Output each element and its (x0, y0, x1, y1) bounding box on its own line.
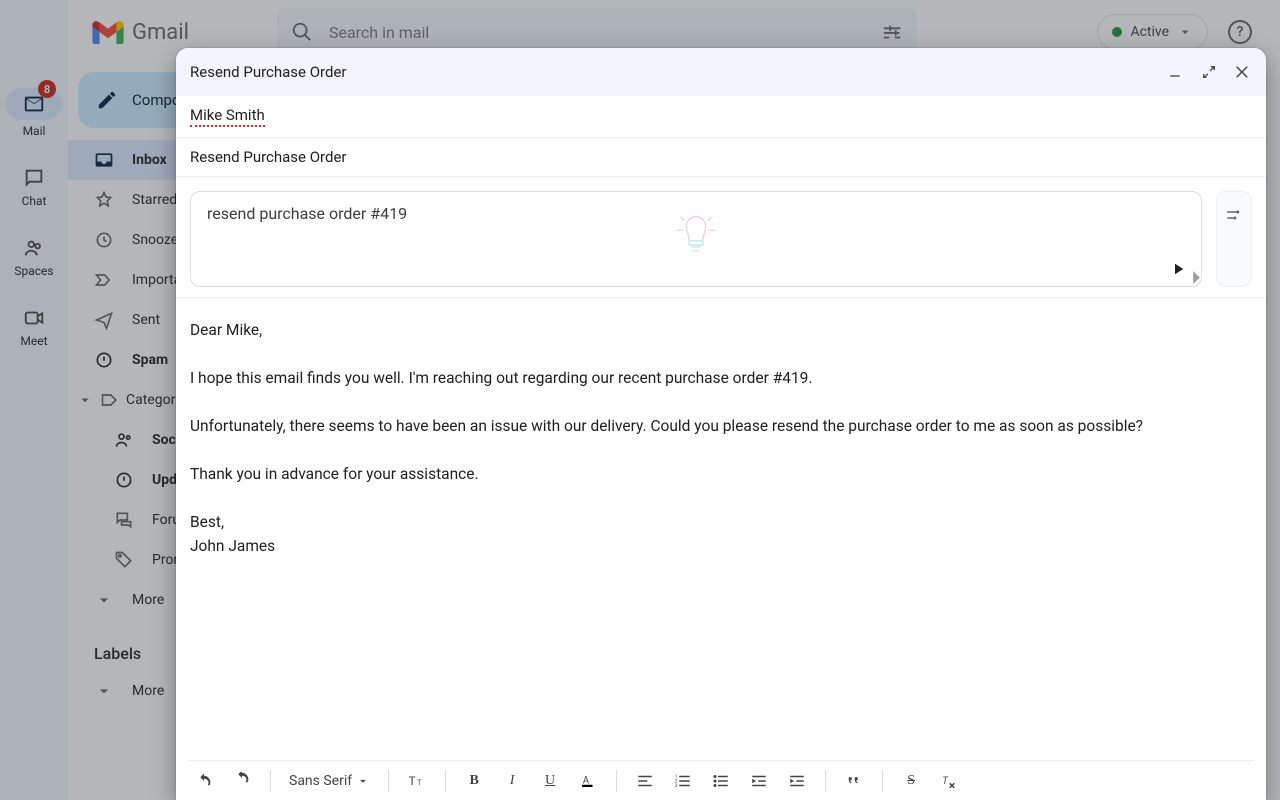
sent-icon (94, 310, 114, 330)
rail-chat[interactable]: Chat (22, 166, 47, 208)
subject-text: Resend Purchase Order (190, 148, 346, 166)
updates-icon (114, 470, 134, 490)
svg-text:T: T (417, 778, 422, 787)
sliders-icon (1225, 206, 1243, 224)
rail-chat-label: Chat (22, 194, 47, 208)
promotions-icon (114, 550, 134, 570)
chevron-down-icon (94, 681, 114, 701)
rail-spaces-label: Spaces (14, 264, 53, 278)
help-icon[interactable]: ? (1228, 20, 1252, 44)
undo-icon[interactable] (194, 771, 214, 791)
search-icon (291, 21, 313, 43)
forums-icon (114, 510, 134, 530)
chevron-down-icon (1177, 24, 1193, 40)
bold-icon[interactable]: B (464, 771, 484, 791)
svg-text:T: T (942, 776, 949, 787)
compose-header: Resend Purchase Order (176, 48, 1266, 96)
underline-icon[interactable]: U (540, 771, 560, 791)
status-label: Active (1130, 24, 1169, 40)
quote-icon[interactable] (844, 771, 864, 791)
minimize-icon[interactable] (1166, 63, 1184, 81)
status-pill[interactable]: Active (1097, 14, 1208, 50)
star-icon (94, 190, 114, 210)
important-icon (94, 270, 114, 290)
font-size-icon[interactable]: TT (407, 771, 427, 791)
resize-grip-icon[interactable]: ◢ (1184, 269, 1200, 285)
indent-less-icon[interactable] (749, 771, 769, 791)
close-icon[interactable] (1234, 63, 1252, 81)
align-icon[interactable] (635, 771, 655, 791)
spaces-icon (22, 236, 46, 260)
tag-icon (100, 390, 120, 410)
chevron-down-icon (356, 774, 370, 788)
brand-text: Gmail (132, 20, 189, 45)
inbox-icon (94, 150, 114, 170)
labels-more-label: More (132, 683, 164, 699)
ai-prompt-box[interactable]: resend purchase order #419 ◢ (190, 191, 1202, 287)
search-options-icon[interactable] (881, 21, 903, 43)
ai-prompt-text: resend purchase order #419 (207, 204, 407, 223)
gmail-logo-icon (92, 20, 124, 44)
redo-icon[interactable] (232, 771, 252, 791)
nav-spam-label: Spam (132, 352, 168, 368)
compose-body[interactable]: Dear Mike, I hope this email finds you w… (176, 298, 1266, 760)
to-field[interactable]: Mike Smith (176, 96, 1266, 138)
ai-settings-button[interactable] (1216, 191, 1252, 287)
ai-ghost-icon (667, 207, 725, 265)
svg-text:A: A (583, 775, 590, 786)
rail-meet[interactable]: Meet (20, 306, 47, 348)
ordered-list-icon[interactable]: 123 (673, 771, 693, 791)
nav-sent-label: Sent (132, 312, 160, 328)
strikethrough-icon[interactable]: S (901, 771, 921, 791)
recipient-chip[interactable]: Mike Smith (190, 106, 265, 127)
italic-icon[interactable]: I (502, 771, 522, 791)
svg-text:3: 3 (675, 783, 678, 789)
status-dot-icon (1112, 27, 1122, 37)
app-rail: 8 Mail Chat Spaces Meet (0, 0, 68, 800)
rail-mail[interactable]: 8 Mail (6, 88, 62, 138)
nav-starred-label: Starred (132, 192, 177, 208)
search-input[interactable] (329, 23, 859, 42)
font-name-label: Sans Serif (289, 773, 352, 789)
format-toolbar: Sans Serif TT B I U A 123 S T (188, 760, 1254, 800)
nav-more-label: More (132, 592, 164, 608)
meet-icon (22, 306, 46, 330)
exit-fullscreen-icon[interactable] (1200, 63, 1218, 81)
pencil-icon (96, 89, 118, 111)
social-icon (114, 430, 134, 450)
chevron-down-icon (94, 590, 114, 610)
rail-meet-label: Meet (20, 334, 47, 348)
nav-inbox-label: Inbox (132, 152, 167, 168)
bullet-list-icon[interactable] (711, 771, 731, 791)
mail-badge: 8 (38, 80, 56, 98)
indent-more-icon[interactable] (787, 771, 807, 791)
subject-field[interactable]: Resend Purchase Order (176, 138, 1266, 177)
text-color-icon[interactable]: A (578, 771, 598, 791)
chevron-down-icon (76, 391, 94, 409)
chat-icon (22, 166, 46, 190)
rail-spaces[interactable]: Spaces (14, 236, 53, 278)
font-picker[interactable]: Sans Serif (289, 773, 370, 789)
clear-format-icon[interactable]: T (939, 771, 959, 791)
compose-window: Resend Purchase Order Mike Smith Resend … (176, 48, 1266, 800)
clock-icon (94, 230, 114, 250)
rail-mail-label: Mail (23, 124, 46, 138)
compose-title: Resend Purchase Order (190, 63, 346, 81)
spam-icon (94, 350, 114, 370)
svg-text:T: T (409, 774, 416, 788)
brand[interactable]: Gmail (92, 20, 189, 45)
